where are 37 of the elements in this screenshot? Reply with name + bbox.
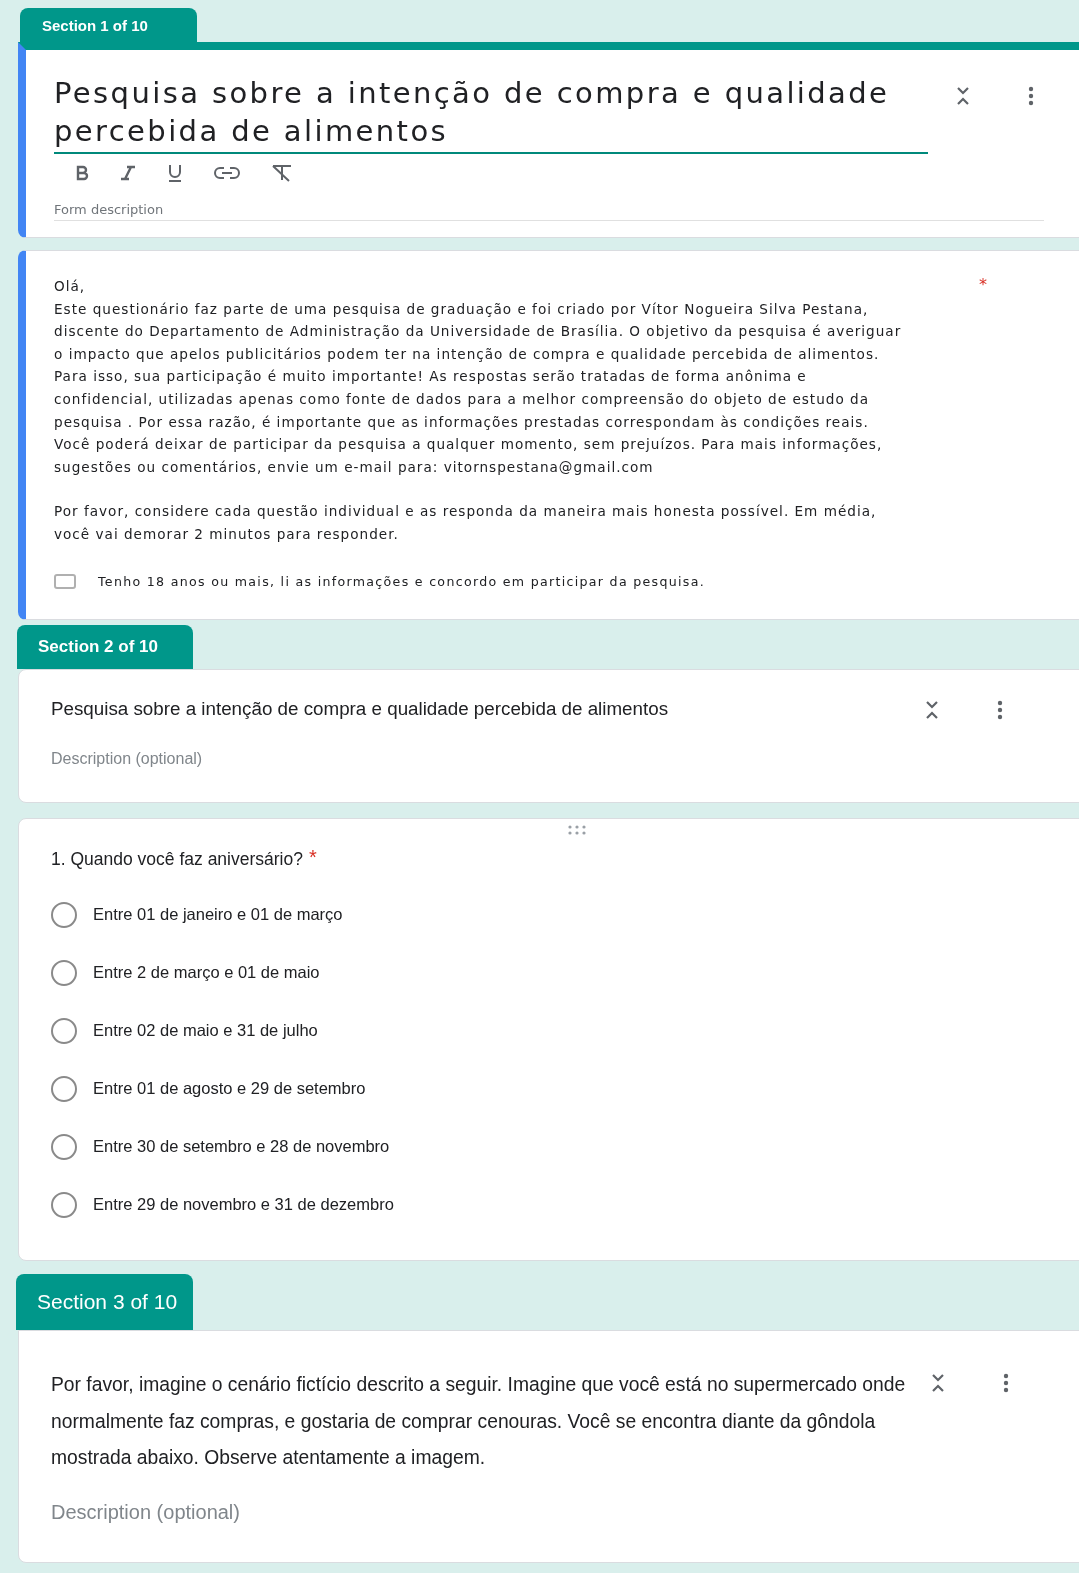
intro-paragraph: Por favor, considere cada questão individual e as responda da maneira mais honesta possível. Em média, você vai demorar 2 minutos para responder. <box>54 502 878 544</box>
section-description-field[interactable]: Description (optional) <box>51 1500 931 1524</box>
option-label: Entre 01 de janeiro e 01 de março <box>93 905 343 924</box>
option-label: Entre 01 de agosto e 29 de setembro <box>93 1079 366 1098</box>
link-icon[interactable] <box>214 166 240 180</box>
radio-button[interactable] <box>51 959 77 986</box>
radio-button[interactable] <box>51 1191 77 1218</box>
checkbox[interactable] <box>54 573 76 589</box>
collapse-icon[interactable] <box>956 86 970 106</box>
intro-paragraph: Olá, Este questionário faz parte de uma pesquisa de graduação e foi criado por Vítor Nogueira Silva Pestana, discente do Departamento de Administração da Universidade de Brasília. O objetivo da pesquisa é averiguar o impacto que apelos publicitários podem ter na intenção de compra e qualidade percebida de alimentos. Para isso, sua participação é muito importante! As respostas serão tratadas de forma anônima e confidencial, utilizadas apenas como fonte de dados para a melhor compreensão do objeto de estudo da pesquisa . Por essa razão, é importante que as informações prestadas correspondam às condições reais. Você poderá deixar de participar da pesquisa a qualquer momento, sem prejuízos. Para mais informações, sugestões ou comentários, envie um e-mail para: vitornspestana@gmail.com <box>54 277 903 477</box>
form-description-field[interactable]: Form description <box>54 202 1044 221</box>
italic-icon[interactable] <box>120 165 136 181</box>
form-title-field[interactable]: Pesquisa sobre a intenção de compra e qualidade percebida de alimentos <box>54 74 928 154</box>
checkbox-label: Tenho 18 anos ou mais, li as informações e concordo em participar da pesquisa. <box>98 573 705 589</box>
required-asterisk: * <box>308 849 317 865</box>
option-label: Entre 02 de maio e 31 de julho <box>93 1021 318 1040</box>
collapse-icon[interactable] <box>925 700 939 720</box>
drag-handle-icon[interactable] <box>566 825 588 835</box>
more-options-icon[interactable] <box>1028 86 1034 106</box>
collapse-icon[interactable] <box>931 1373 945 1393</box>
option-label: Entre 2 de março e 01 de maio <box>93 963 320 982</box>
radio-button[interactable] <box>51 1017 77 1044</box>
bold-icon[interactable] <box>74 165 90 181</box>
underline-icon[interactable] <box>166 164 184 182</box>
section-title-field[interactable]: Pesquisa sobre a intenção de compra e qualidade percebida de alimentos <box>51 698 925 720</box>
radio-button[interactable] <box>51 1133 77 1160</box>
required-asterisk: * <box>979 275 987 296</box>
more-options-icon[interactable] <box>997 700 1003 720</box>
clear-formatting-icon[interactable] <box>270 164 294 182</box>
radio-button[interactable] <box>51 1075 77 1102</box>
option-label: Entre 30 de setembro e 28 de novembro <box>93 1137 390 1156</box>
more-options-icon[interactable] <box>1003 1373 1009 1393</box>
section-title-field[interactable]: Por favor, imagine o cenário fictício descrito a seguir. Imagine que você está no supermercado onde normalmente faz compras, e gostaria de comprar cenouras. Você se encontra diante da gôndola mostrada abaixo. Observe atentamente a imagem. <box>51 1367 931 1477</box>
option-label: Entre 29 de novembro e 31 de dezembro <box>93 1195 394 1214</box>
question-title: 1. Quando você faz aniversário? <box>51 849 303 870</box>
section-description-field[interactable]: Description (optional) <box>51 750 925 768</box>
radio-button[interactable] <box>51 901 77 928</box>
